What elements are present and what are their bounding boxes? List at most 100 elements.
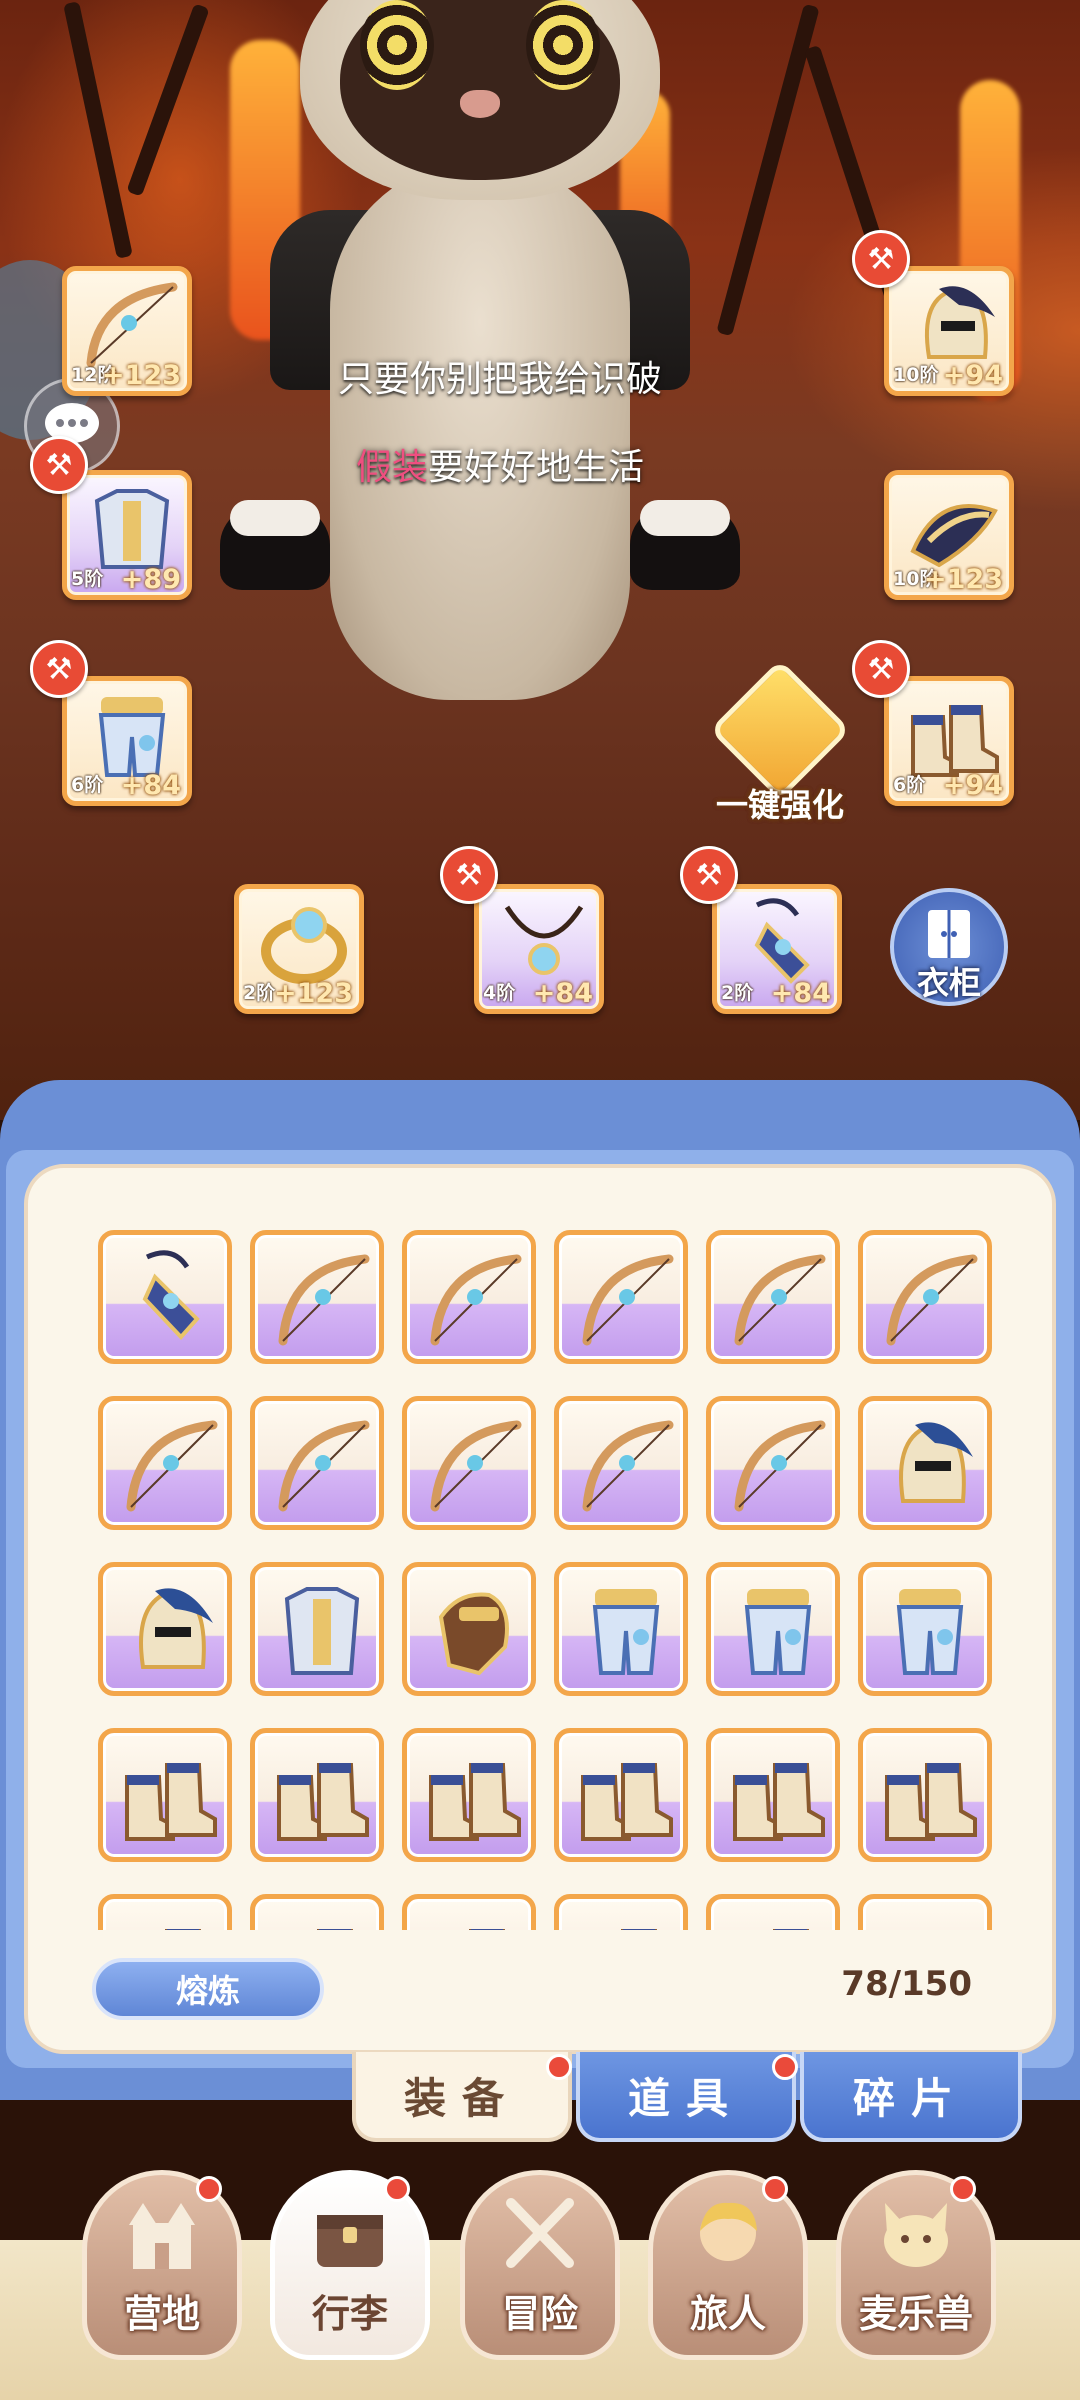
pants-icon xyxy=(98,697,166,777)
pants-icon xyxy=(896,1589,964,1675)
bow-icon xyxy=(734,1420,826,1512)
tab-fragments[interactable]: 碎片 xyxy=(800,2052,1022,2142)
tab-label: 道具 xyxy=(627,2073,744,2123)
boots-icon xyxy=(581,1763,673,1841)
equip-slot-amulet[interactable]: 2阶 +84 xyxy=(712,884,842,1014)
inventory-item[interactable] xyxy=(402,1894,536,1930)
inventory-item[interactable] xyxy=(554,1396,688,1530)
inventory-item[interactable] xyxy=(858,1230,992,1364)
nav-label: 旅人 xyxy=(689,2292,766,2336)
item-tier: 6阶 xyxy=(893,774,926,796)
orb-icon xyxy=(875,1909,985,1930)
subtitle-highlight: 假装 xyxy=(355,447,428,488)
nav-camp[interactable]: 营地 xyxy=(82,2170,242,2360)
nav-pets[interactable]: 麦乐兽 xyxy=(836,2170,996,2360)
bow-icon xyxy=(278,1420,370,1512)
character-nose xyxy=(460,90,500,118)
nav-label: 行李 xyxy=(311,2292,388,2336)
inventory-item[interactable] xyxy=(250,1728,384,1862)
dead-tree xyxy=(126,3,210,197)
boots-icon xyxy=(621,1929,657,1930)
inventory-item[interactable] xyxy=(98,1562,232,1696)
inventory-item[interactable] xyxy=(402,1728,536,1862)
upgrade-hammer-icon: ⚒ xyxy=(680,846,738,904)
inventory-grid[interactable] xyxy=(98,1230,1018,1930)
pants-icon xyxy=(592,1589,660,1675)
inventory-panel: 熔炼 78/150 xyxy=(6,1150,1074,2068)
item-level: +89 xyxy=(120,564,181,595)
bow-icon xyxy=(582,1254,674,1346)
inventory-item[interactable] xyxy=(858,1396,992,1530)
inventory-item[interactable] xyxy=(250,1396,384,1530)
traveler-icon xyxy=(700,2202,757,2261)
inventory-item[interactable] xyxy=(250,1894,384,1930)
armor-icon xyxy=(284,1587,360,1675)
smelt-button[interactable]: 熔炼 xyxy=(92,1958,324,2020)
dead-tree xyxy=(63,1,133,259)
notification-dot xyxy=(384,2176,410,2202)
inventory-item[interactable] xyxy=(402,1562,536,1696)
equip-slot-helmet[interactable]: 10阶 +94 xyxy=(884,266,1014,396)
inventory-item[interactable] xyxy=(98,1894,232,1930)
inventory-item[interactable] xyxy=(402,1230,536,1364)
character-leg xyxy=(220,500,330,590)
inventory-item[interactable] xyxy=(554,1562,688,1696)
equip-slot-pants[interactable]: 6阶 +84 xyxy=(62,676,192,806)
inventory-item[interactable] xyxy=(706,1728,840,1862)
inventory-item[interactable] xyxy=(98,1728,232,1862)
inventory-item[interactable] xyxy=(250,1562,384,1696)
upgrade-hammer-icon: ⚒ xyxy=(30,640,88,698)
nav-luggage[interactable]: 行李 xyxy=(270,2170,430,2360)
inventory-item[interactable] xyxy=(858,1562,992,1696)
character-body xyxy=(330,160,630,700)
boots-icon xyxy=(733,1763,825,1841)
castle-icon xyxy=(129,2203,195,2269)
enhance-all-button[interactable]: 一键强化 xyxy=(700,659,860,830)
inventory-item[interactable] xyxy=(706,1230,840,1364)
inventory-item[interactable] xyxy=(706,1562,840,1696)
upgrade-hammer-icon: ⚒ xyxy=(852,230,910,288)
boots-icon xyxy=(429,1763,521,1841)
inventory-item[interactable] xyxy=(250,1230,384,1364)
equip-slot-armor[interactable]: 5阶 +89 xyxy=(62,470,192,600)
upgrade-hammer-icon: ⚒ xyxy=(852,640,910,698)
notification-dot xyxy=(762,2176,788,2202)
nav-travelers[interactable]: 旅人 xyxy=(648,2170,808,2360)
subtitle-rest: 要好好地生活 xyxy=(428,447,645,488)
inventory-item[interactable] xyxy=(858,1894,992,1930)
helmet-icon xyxy=(924,286,995,359)
inventory-item[interactable] xyxy=(554,1230,688,1364)
tab-label: 装备 xyxy=(403,2073,520,2123)
character-eye xyxy=(360,0,434,90)
inventory-item[interactable] xyxy=(858,1728,992,1862)
tab-items[interactable]: 道具 xyxy=(576,2052,796,2142)
item-tier: 6阶 xyxy=(71,774,104,796)
bow-icon xyxy=(86,282,178,368)
equip-slot-ring[interactable]: 2阶 +123 xyxy=(234,884,364,1014)
inventory-item[interactable] xyxy=(98,1396,232,1530)
armor-icon xyxy=(94,489,170,569)
equip-slot-headpiece[interactable]: 10阶 +123 xyxy=(884,470,1014,600)
boots-icon xyxy=(125,1763,217,1841)
equip-slot-weapon[interactable]: 12阶 +123 xyxy=(62,266,192,396)
equip-slot-necklace[interactable]: 4阶 +84 xyxy=(474,884,604,1014)
item-tier: 2阶 xyxy=(721,982,754,1004)
tab-equipment[interactable]: 装备 xyxy=(352,2052,572,2142)
inventory-item[interactable] xyxy=(98,1230,232,1364)
wardrobe-button[interactable]: 衣柜 xyxy=(890,888,1008,1006)
inventory-body: 熔炼 78/150 xyxy=(24,1164,1056,2054)
necklace-icon xyxy=(504,905,584,975)
inventory-item[interactable] xyxy=(706,1396,840,1530)
pants-icon xyxy=(744,1589,812,1675)
bow-icon xyxy=(430,1254,522,1346)
inventory-item[interactable] xyxy=(706,1894,840,1930)
cat-icon xyxy=(884,2203,948,2267)
equip-slot-boots[interactable]: 6阶 +94 xyxy=(884,676,1014,806)
nav-adventure[interactable]: 冒险 xyxy=(460,2170,620,2360)
character-leg xyxy=(630,500,740,590)
inventory-item[interactable] xyxy=(402,1396,536,1530)
inventory-item[interactable] xyxy=(554,1728,688,1862)
inventory-item[interactable] xyxy=(554,1894,688,1930)
notification-dot xyxy=(546,2054,572,2080)
item-level: +84 xyxy=(120,770,181,801)
